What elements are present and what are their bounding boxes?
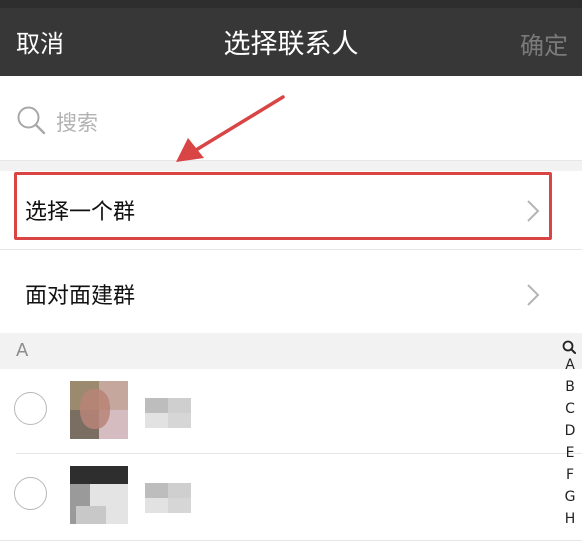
select-contacts-screen: 取消 选择联系人 确定 搜索 选择一个群 面对面建群 A A B C D E F…: [0, 0, 582, 549]
section-header: A: [0, 333, 582, 369]
search-icon: [17, 106, 46, 135]
avatar: [70, 466, 128, 524]
index-letter-d[interactable]: D: [558, 420, 582, 442]
contact-row[interactable]: [0, 454, 582, 538]
page-title: 选择联系人: [223, 29, 359, 60]
select-radio[interactable]: [14, 477, 47, 510]
status-bar: [0, 0, 582, 8]
select-group-row[interactable]: 选择一个群: [0, 171, 582, 249]
index-letter-c[interactable]: C: [558, 398, 582, 420]
face-to-face-label: 面对面建群: [25, 284, 136, 309]
chevron-right-icon: [527, 284, 540, 306]
index-letter-g[interactable]: G: [558, 486, 582, 508]
search-input[interactable]: 搜索: [56, 107, 98, 137]
alphabet-index-bar[interactable]: A B C D E F G H: [558, 340, 582, 530]
section-gap: [0, 161, 582, 171]
divider: [0, 540, 582, 541]
section-letter: A: [16, 340, 29, 361]
confirm-button[interactable]: 确定: [520, 26, 568, 61]
contact-row[interactable]: [0, 369, 582, 453]
navigation-bar: 取消 选择联系人 确定: [0, 0, 582, 76]
select-group-label: 选择一个群: [25, 200, 136, 225]
face-to-face-group-row[interactable]: 面对面建群: [0, 255, 582, 333]
contact-name-blurred: [145, 483, 191, 513]
select-radio[interactable]: [14, 392, 47, 425]
index-search-icon[interactable]: [562, 340, 576, 354]
index-letter-b[interactable]: B: [558, 376, 582, 398]
chevron-right-icon: [527, 200, 540, 222]
index-letter-e[interactable]: E: [558, 442, 582, 464]
contact-name-blurred: [145, 398, 191, 428]
index-letter-h[interactable]: H: [558, 508, 582, 530]
avatar: [70, 381, 128, 439]
index-letter-f[interactable]: F: [558, 464, 582, 486]
search-bar[interactable]: 搜索: [0, 76, 582, 161]
index-letter-a[interactable]: A: [558, 354, 582, 376]
